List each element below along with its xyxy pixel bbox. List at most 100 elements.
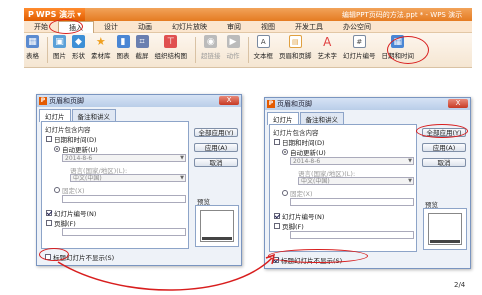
auto-update-radio[interactable] xyxy=(282,149,288,155)
star-icon: ★ xyxy=(95,35,106,48)
divider xyxy=(47,37,48,63)
header-footer-dialog-left: P 页眉和页脚 X 幻灯片 备注和讲义 幻灯片包含内容 日期和时间(D) 自动更… xyxy=(36,94,242,266)
auto-update-row[interactable]: 自动更新(U) xyxy=(282,147,326,157)
insert-tab-highlight xyxy=(49,19,83,34)
fixed-label: 固定(X) xyxy=(62,187,85,195)
footer-input[interactable] xyxy=(290,231,414,239)
screenshot-icon: ⌗ xyxy=(135,35,149,48)
wordart-label: 艺术字 xyxy=(317,52,338,60)
slide-number-label: 幻灯片编号 xyxy=(343,52,376,60)
hyperlink-button[interactable]: ◉ 超链接 xyxy=(201,35,221,60)
slide-number-row[interactable]: 幻灯片编号(N) xyxy=(274,211,324,221)
header-footer-button[interactable]: ▤ 页眉和页脚 xyxy=(279,35,312,60)
chevron-down-icon: ▼ xyxy=(180,155,184,161)
left-no-title-highlight xyxy=(39,248,69,261)
close-button[interactable]: X xyxy=(219,96,239,105)
apply-button[interactable]: 应用(A) xyxy=(194,143,238,152)
date-format-select[interactable]: 2014-8-6 ▼ xyxy=(290,157,414,165)
slide-number-highlight xyxy=(387,36,429,64)
datetime-checkbox[interactable] xyxy=(46,136,52,142)
fixed-row[interactable]: 固定(X) xyxy=(282,188,313,198)
slide-number-button[interactable]: # 幻灯片编号 xyxy=(343,35,376,60)
picture-button[interactable]: ▣ 图片 xyxy=(53,35,66,60)
dialog-title-bar: P 页眉和页脚 X xyxy=(265,98,470,110)
slide-number-label: 幻灯片编号(N) xyxy=(54,210,97,218)
action-button[interactable]: ▶ 动作 xyxy=(226,35,240,60)
chart-label: 图表 xyxy=(116,52,130,60)
slide-number-row[interactable]: 幻灯片编号(N) xyxy=(46,208,96,218)
slide-number-icon: # xyxy=(352,35,366,48)
close-button[interactable]: X xyxy=(448,99,468,108)
auto-update-row[interactable]: 自动更新(U) xyxy=(54,144,98,154)
datetime-row[interactable]: 日期和时间(D) xyxy=(274,137,325,147)
menu-bar: 开始 插入 设计 动画 幻灯片放映 审阅 视图 开发工具 办公空间 xyxy=(24,20,472,33)
cancel-button[interactable]: 取消 xyxy=(422,158,466,167)
menu-office-space[interactable]: 办公空间 xyxy=(333,21,381,33)
menu-review[interactable]: 审阅 xyxy=(217,21,251,33)
footer-label: 页脚(F) xyxy=(54,220,76,228)
picture-icon: ▣ xyxy=(53,35,66,48)
table-button[interactable]: ▦ 表格 xyxy=(26,35,39,60)
org-chart-label: 组织结构图 xyxy=(154,52,188,60)
footer-checkbox[interactable] xyxy=(274,223,280,229)
app-menu-button[interactable]: P WPS 演示 ▾ xyxy=(24,8,86,21)
wordart-icon: A xyxy=(323,34,332,49)
title-bar: P WPS 演示 ▾ 编辑PPT页码的方法.ppt * - WPS 演示 xyxy=(24,8,472,21)
menu-slideshow[interactable]: 幻灯片放映 xyxy=(162,21,217,33)
cancel-button[interactable]: 取消 xyxy=(194,158,238,167)
apply-button[interactable]: 应用(A) xyxy=(422,143,466,152)
chevron-down-icon: ▼ xyxy=(408,158,412,164)
textbox-button[interactable]: A 文本框 xyxy=(254,35,273,60)
dialog-title: 页眉和页脚 xyxy=(277,100,312,108)
slide-number-checkbox[interactable] xyxy=(46,210,52,216)
preview-footer-bar xyxy=(430,240,460,243)
slide-options-panel: 幻灯片包含内容 日期和时间(D) 自动更新(U) 2014-8-6 ▼ 语言(国… xyxy=(41,121,189,249)
header-footer-label: 页眉和页脚 xyxy=(279,52,312,60)
menu-view[interactable]: 视图 xyxy=(251,21,285,33)
footer-input[interactable] xyxy=(62,228,186,236)
screenshot-button[interactable]: ⌗ 截屏 xyxy=(135,35,149,60)
footer-row[interactable]: 页脚(F) xyxy=(46,218,76,228)
fixed-date-input[interactable] xyxy=(290,198,414,206)
date-format-value: 2014-8-6 xyxy=(293,158,321,165)
action-icon: ▶ xyxy=(226,35,240,48)
slide-number-checkbox[interactable] xyxy=(274,213,280,219)
menu-design[interactable]: 设计 xyxy=(94,21,128,33)
fixed-radio[interactable] xyxy=(282,190,288,196)
chart-icon: ▮ xyxy=(116,35,130,48)
material-library-label: 素材库 xyxy=(91,52,111,60)
fixed-label: 固定(X) xyxy=(290,190,313,198)
menu-developer[interactable]: 开发工具 xyxy=(285,21,333,33)
document-title: 编辑PPT页码的方法.ppt * - WPS 演示 xyxy=(342,11,463,19)
right-no-title-highlight xyxy=(268,249,368,263)
fixed-row[interactable]: 固定(X) xyxy=(54,185,85,195)
fixed-date-input[interactable] xyxy=(62,195,186,203)
footer-label: 页脚(F) xyxy=(282,223,304,231)
divider xyxy=(247,37,249,63)
auto-update-label: 自动更新(U) xyxy=(290,149,326,157)
chart-button[interactable]: ▮ 图表 xyxy=(116,35,130,60)
wps-logo-icon: P xyxy=(39,97,47,105)
footer-row[interactable]: 页脚(F) xyxy=(274,221,304,231)
fixed-radio[interactable] xyxy=(54,187,60,193)
auto-update-radio[interactable] xyxy=(54,146,60,152)
header-footer-dialog-right: P 页眉和页脚 X 幻灯片 备注和讲义 幻灯片包含内容 日期和时间(D) 自动更… xyxy=(264,97,471,269)
wordart-button[interactable]: A 艺术字 xyxy=(317,34,338,61)
apply-all-button[interactable]: 全部应用(Y) xyxy=(194,128,238,137)
datetime-row[interactable]: 日期和时间(D) xyxy=(46,134,97,144)
link-icon: ◉ xyxy=(204,35,218,48)
shapes-button[interactable]: ◆ 形状 xyxy=(72,35,85,60)
date-format-select[interactable]: 2014-8-6 ▼ xyxy=(62,154,186,162)
language-select[interactable]: 中文(中国) ▼ xyxy=(298,177,414,185)
wps-logo-icon: P xyxy=(28,10,34,19)
footer-checkbox[interactable] xyxy=(46,220,52,226)
datetime-checkbox[interactable] xyxy=(274,139,280,145)
table-label: 表格 xyxy=(26,52,39,60)
menu-animation[interactable]: 动画 xyxy=(128,21,162,33)
preview-footer-bar xyxy=(202,237,232,240)
textbox-icon: A xyxy=(256,35,270,48)
material-library-button[interactable]: ★ 素材库 xyxy=(91,35,111,60)
dialog-tabs: 幻灯片 备注和讲义 xyxy=(265,110,470,125)
language-select[interactable]: 中文(中国) ▼ xyxy=(70,174,186,182)
org-chart-button[interactable]: ⊤ 组织结构图 xyxy=(154,35,188,60)
